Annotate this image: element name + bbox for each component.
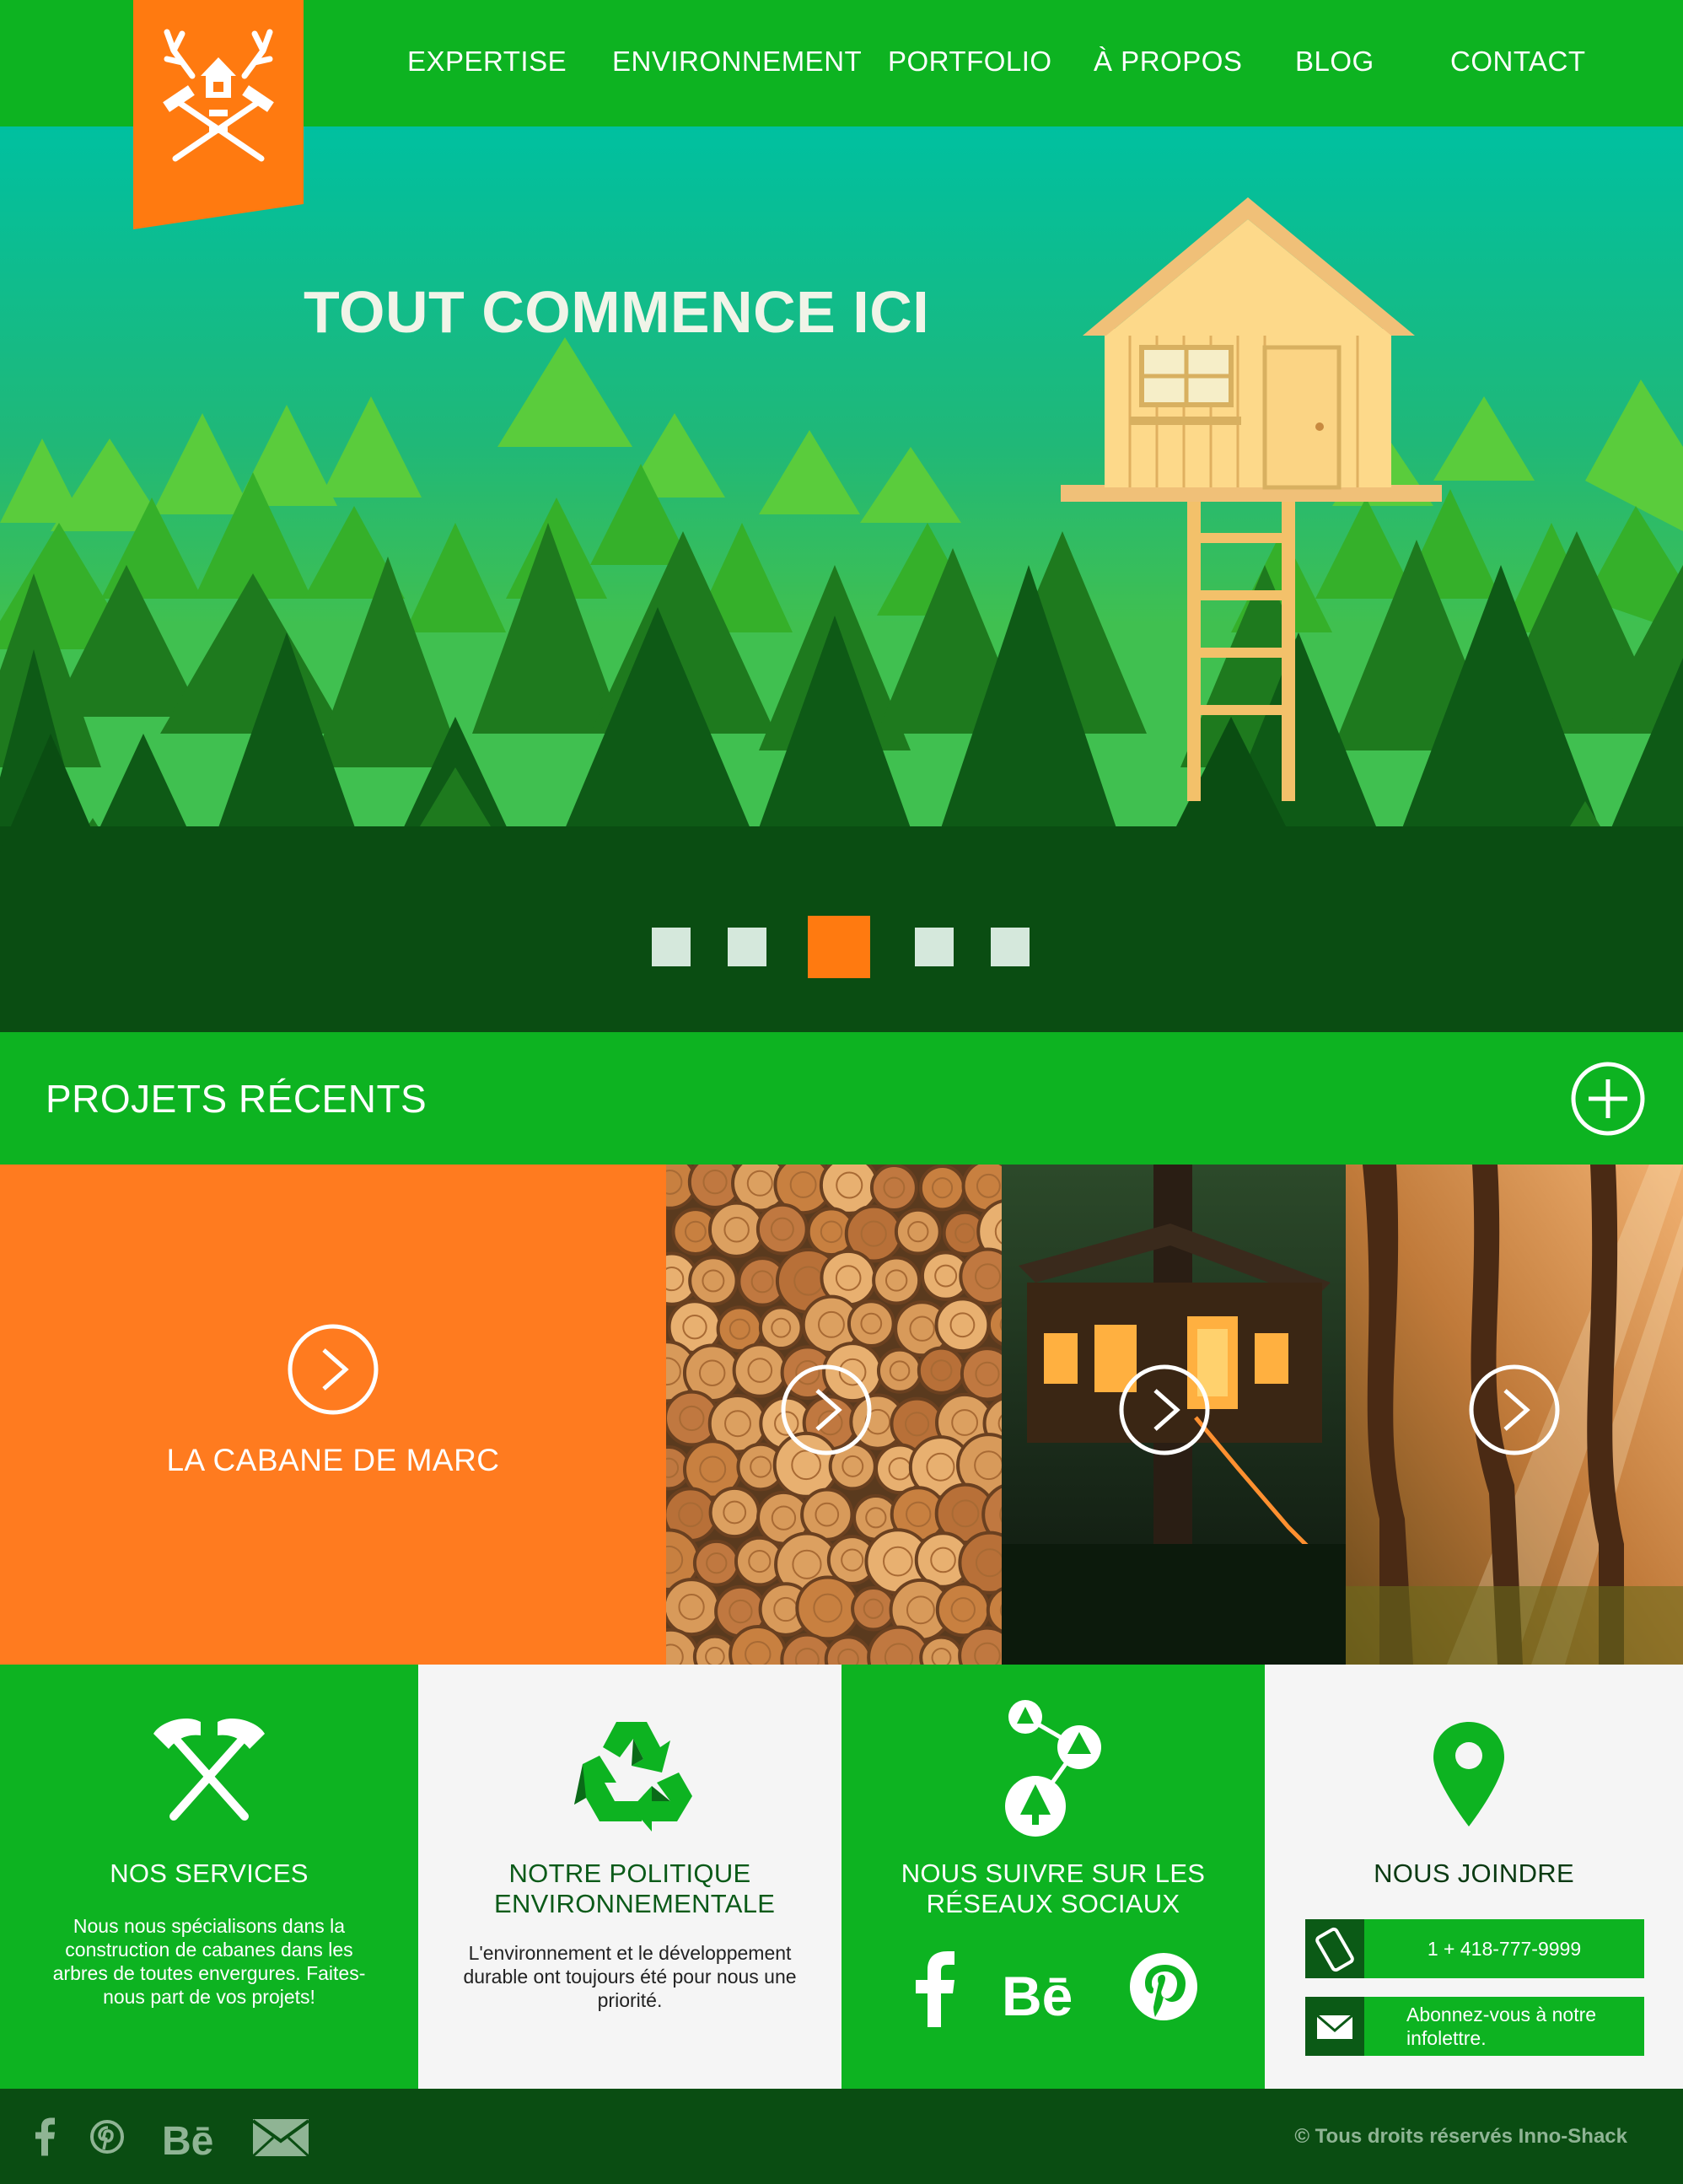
- log-end: [894, 1208, 942, 1256]
- behance-icon[interactable]: Bē: [1002, 1961, 1086, 2027]
- log-end: [824, 1635, 873, 1665]
- log-end: [919, 1635, 964, 1665]
- newsletter-text: Abonnez-vous à notre infolettre.: [1406, 2004, 1597, 2049]
- policy-title: NOTRE POLITIQUE ENVIRONNEMENTALE: [494, 1859, 776, 1918]
- phone-icon: [1305, 1919, 1364, 1978]
- log-end: [795, 1575, 861, 1641]
- arrow-right-circle-icon[interactable]: [1468, 1364, 1561, 1456]
- environmental-policy-column: NOTRE POLITIQUE ENVIRONNEMENTALE L'envir…: [418, 1665, 842, 2089]
- log-end: [688, 1256, 739, 1306]
- pinterest-icon[interactable]: [89, 2119, 125, 2154]
- info-section: NOS SERVICES Nous nous spécialisons dans…: [0, 1665, 1683, 2089]
- section-title: PROJETS RÉCENTS: [46, 1077, 427, 1121]
- footer: Bē © Tous droits réservés Inno-Shack: [0, 2089, 1683, 2184]
- arrow-right-circle-icon[interactable]: [287, 1323, 379, 1416]
- svg-text:Bē: Bē: [1002, 1965, 1073, 2020]
- arrow-right-circle-icon[interactable]: [780, 1364, 873, 1456]
- log-end: [847, 1299, 895, 1348]
- log-end: [692, 1539, 740, 1587]
- crossed-hammers-icon: [150, 1715, 268, 1825]
- location-pin-icon: [1433, 1722, 1504, 1826]
- slider-dot-3-active[interactable]: [808, 916, 870, 978]
- phone-button[interactable]: 1 + 418-777-9999: [1305, 1919, 1644, 1978]
- log-end: [732, 1342, 788, 1398]
- site-logo[interactable]: [133, 0, 304, 229]
- log-end: [755, 1202, 809, 1256]
- social-column: NOUS SUIVRE SUR LES RÉSEAUX SOCIAUX Bē: [842, 1665, 1265, 2089]
- log-end: [729, 1625, 788, 1665]
- log-end: [869, 1165, 918, 1212]
- recycle-icon: [566, 1713, 694, 1832]
- nav-item-portfolio[interactable]: PORTFOLIO: [888, 46, 1052, 78]
- log-end: [959, 1247, 1002, 1305]
- slider-dot-4[interactable]: [915, 928, 954, 966]
- log-end: [876, 1348, 923, 1394]
- social-title: NOUS SUIVRE SUR LES RÉSEAUX SOCIAUX: [901, 1859, 1206, 1918]
- log-end: [851, 1586, 896, 1632]
- services-column: NOS SERVICES Nous nous spécialisons dans…: [0, 1665, 418, 2089]
- slider-dot-5[interactable]: [991, 928, 1030, 966]
- arrow-right-circle-icon[interactable]: [1118, 1364, 1211, 1456]
- nav-item-contact[interactable]: CONTACT: [1450, 46, 1586, 78]
- pinterest-icon[interactable]: [1128, 1951, 1199, 2022]
- services-text: Nous nous spécialisons dans la construct…: [52, 1915, 366, 2008]
- recent-projects-header: PROJETS RÉCENTS: [0, 1032, 1683, 1165]
- facebook-icon[interactable]: [909, 1951, 960, 2027]
- envelope-icon: [1305, 1997, 1364, 2056]
- log-end: [758, 1305, 804, 1350]
- slider-dot-2[interactable]: [728, 928, 766, 966]
- log-end: [960, 1347, 1002, 1401]
- project-tile-cabane-de-marc[interactable]: LA CABANE DE MARC: [0, 1165, 666, 1665]
- log-end: [917, 1346, 966, 1395]
- project-grid: LA CABANE DE MARC: [0, 1165, 1683, 1665]
- project-tile-treehouse[interactable]: [1002, 1165, 1346, 1665]
- policy-text: L'environnement et le développement dura…: [463, 1942, 797, 2011]
- contact-title: NOUS JOINDRE: [1374, 1859, 1574, 1888]
- phone-number: 1 + 418-777-9999: [1427, 1938, 1582, 1960]
- project-tile-wood-logs[interactable]: [666, 1165, 1002, 1665]
- forest-treehouse-illustration: [0, 126, 1683, 1032]
- copyright-text: © Tous droits réservés Inno-Shack: [1294, 2125, 1627, 2148]
- project-tile-forest-sunlight[interactable]: [1346, 1165, 1683, 1665]
- log-end: [872, 1256, 922, 1305]
- nav-item-a-propos[interactable]: À PROPOS: [1094, 46, 1242, 78]
- log-end: [708, 1486, 761, 1539]
- behance-icon[interactable]: Bē: [162, 2114, 224, 2164]
- nav-item-environnement[interactable]: ENVIRONNEMENT: [612, 46, 862, 78]
- social-network-icon: [1002, 1698, 1111, 1842]
- log-end: [934, 1297, 991, 1353]
- newsletter-button[interactable]: Abonnez-vous à notre infolettre.: [1305, 1997, 1644, 2056]
- hero-banner: TOUT COMMENCE ICI: [0, 126, 1683, 1032]
- log-end: [666, 1578, 721, 1637]
- log-end: [707, 1201, 766, 1258]
- envelope-icon[interactable]: [251, 2119, 310, 2158]
- plus-circle-icon[interactable]: [1570, 1061, 1646, 1137]
- services-title: NOS SERVICES: [110, 1859, 309, 1888]
- nav-item-expertise[interactable]: EXPERTISE: [407, 46, 567, 78]
- nav-item-blog[interactable]: BLOG: [1295, 46, 1374, 78]
- facebook-icon[interactable]: [32, 2117, 57, 2156]
- slider-dot-1[interactable]: [652, 928, 691, 966]
- hero-title: TOUT COMMENCE ICI: [304, 279, 930, 345]
- log-end: [918, 1165, 966, 1212]
- svg-text:Bē: Bē: [162, 2119, 213, 2158]
- project-label: LA CABANE DE MARC: [166, 1443, 500, 1477]
